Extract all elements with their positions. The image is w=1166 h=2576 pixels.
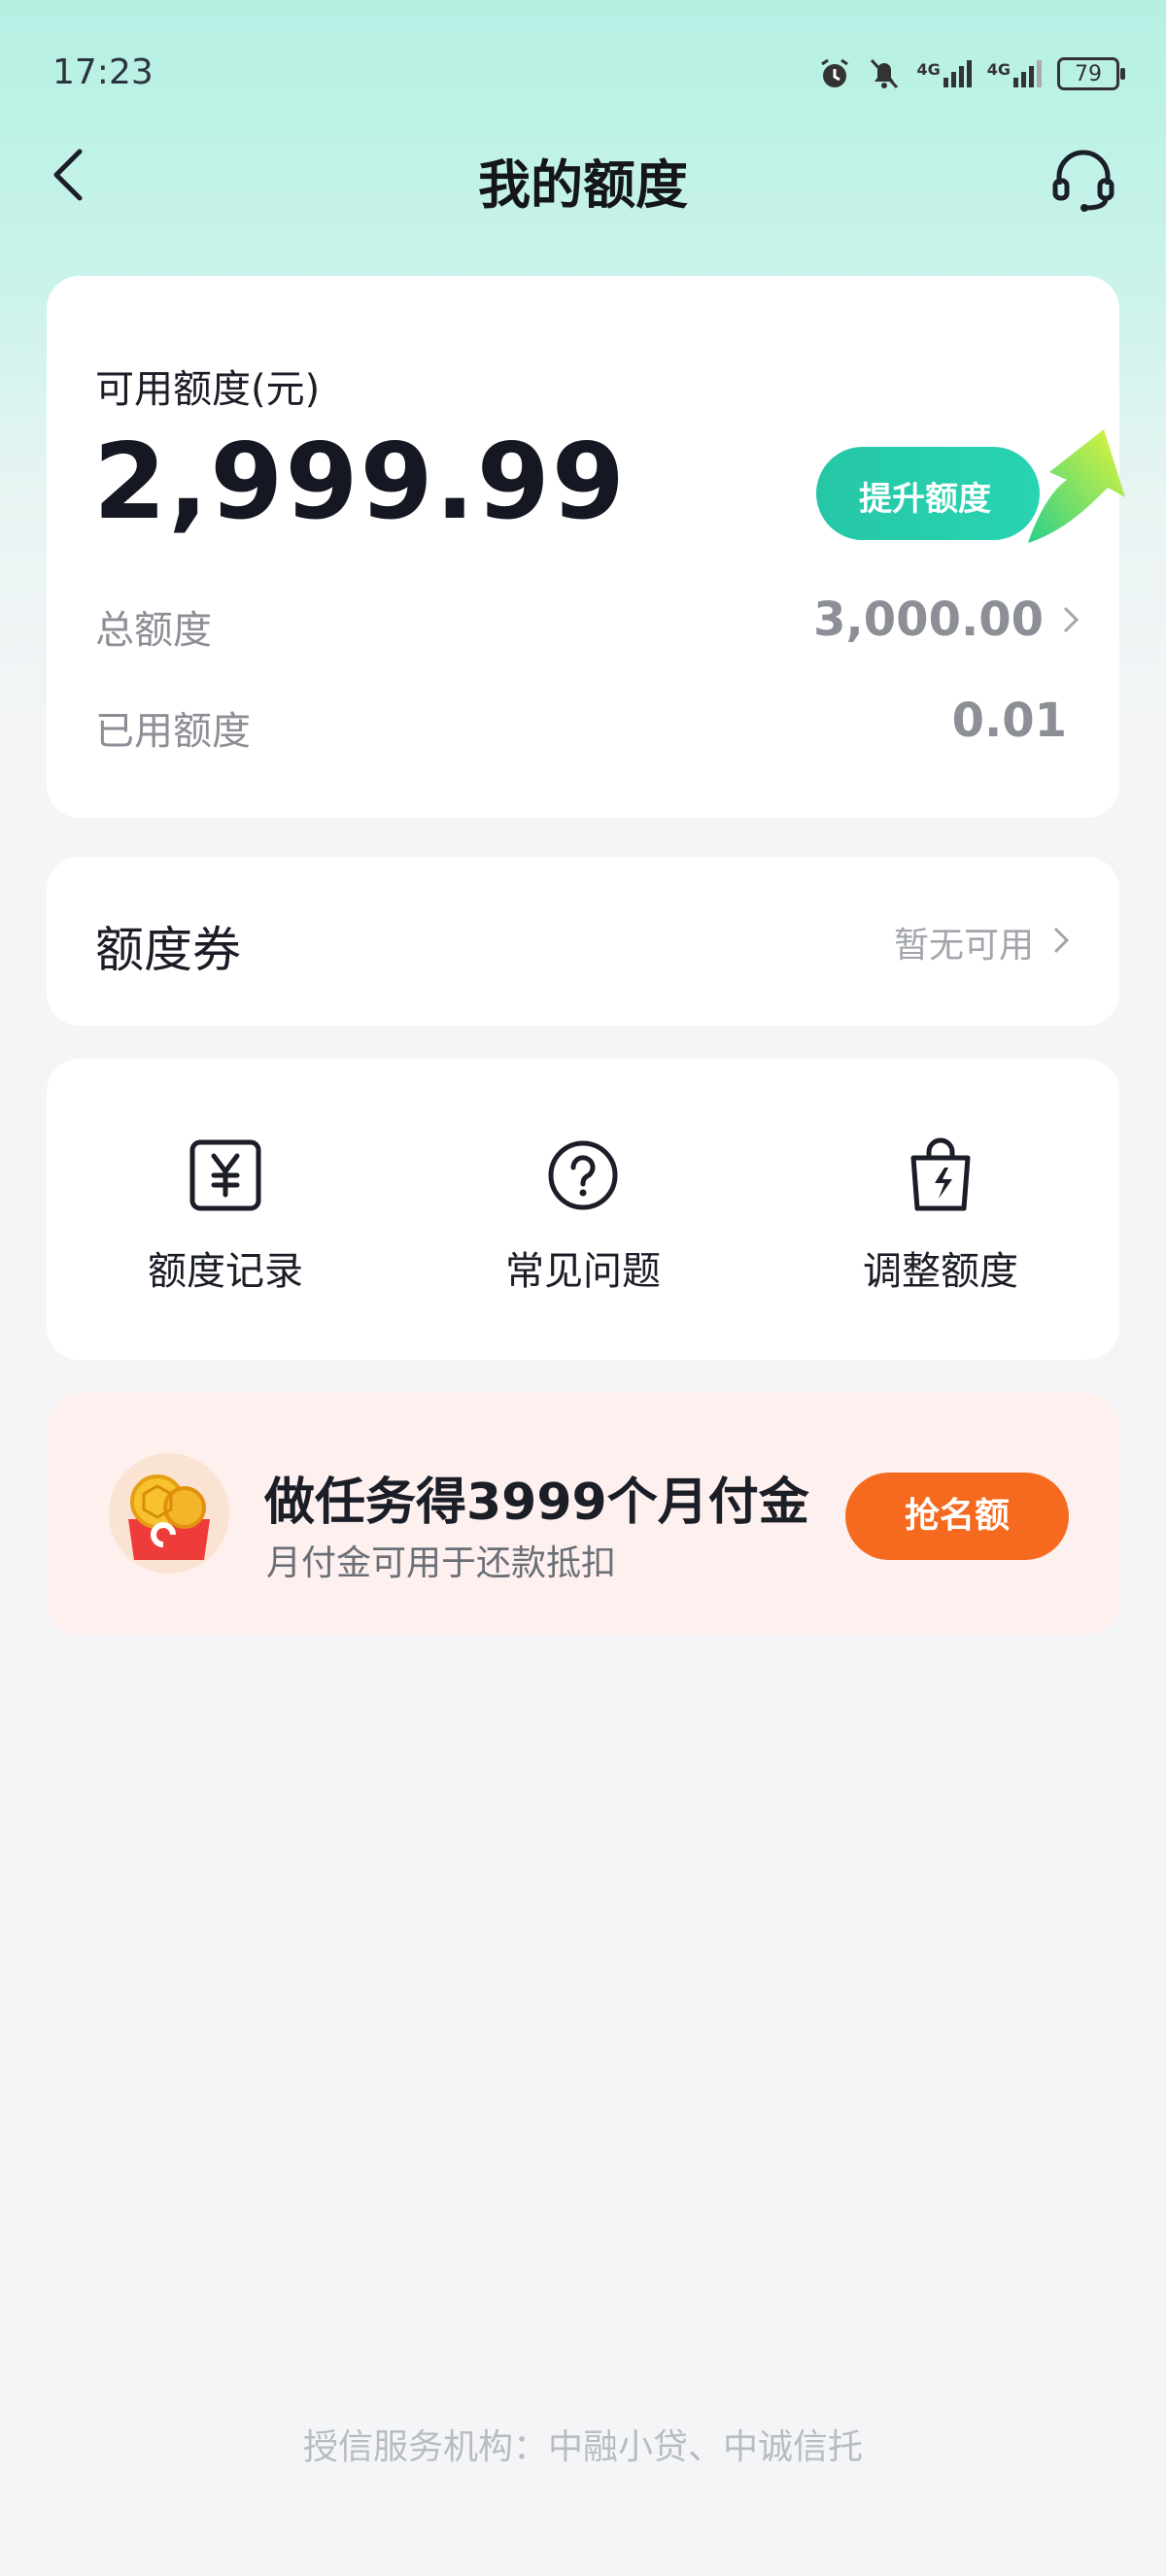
promo-title: 做任务得3999个月付金	[264, 1474, 809, 1532]
menu-label: 调整额度	[863, 1249, 1018, 1294]
footer-credit-institutions: 授信服务机构：中融小贷、中诚信托	[302, 2427, 863, 2467]
raise-quota-label: 提升额度	[859, 480, 991, 519]
signal-4g-1: 4G	[916, 60, 972, 87]
menu-item-faq[interactable]: 常见问题	[404, 1059, 762, 1360]
yuan-receipt-icon	[189, 1139, 261, 1211]
available-quota-amount: 2,999.99	[93, 422, 627, 543]
total-quota-label: 总额度	[95, 608, 212, 653]
voucher-status: 暂无可用	[893, 926, 1034, 966]
chevron-right-icon	[1063, 606, 1080, 633]
voucher-card[interactable]: 额度券 暂无可用	[47, 857, 1119, 1026]
voucher-title: 额度券	[95, 922, 241, 978]
used-quota-label: 已用额度	[95, 709, 251, 754]
page-title: 我的额度	[478, 154, 688, 216]
total-quota-row[interactable]: 3,000.00	[813, 593, 1084, 647]
question-circle-icon	[548, 1140, 618, 1210]
status-time: 17:23	[52, 52, 154, 92]
promo-subtitle: 月付金可用于还款抵扣	[266, 1543, 617, 1583]
used-quota-value: 0.01	[951, 694, 1067, 748]
menu-item-adjust-quota[interactable]: 调整额度	[762, 1059, 1119, 1360]
total-quota-value: 3,000.00	[813, 593, 1044, 647]
quick-menu-card: 额度记录 常见问题 调整额度	[47, 1059, 1119, 1360]
network-label-2: 4G	[986, 60, 1011, 79]
menu-item-quota-record[interactable]: 额度记录	[47, 1059, 404, 1360]
mute-bell-icon	[871, 58, 899, 89]
alarm-icon	[821, 58, 849, 87]
network-label-1: 4G	[916, 60, 941, 79]
promo-banner[interactable]: 做任务得3999个月付金 月付金可用于还款抵扣 抢名额	[47, 1393, 1119, 1636]
quota-card: 可用额度(元) 2,999.99 提升额度 总额度 3,000.00 已用额度 …	[47, 276, 1125, 818]
status-icons: 4G 4G 79	[817, 54, 1125, 93]
up-arrow-icon	[1028, 429, 1125, 543]
headset-icon[interactable]	[1049, 146, 1117, 214]
chevron-right-icon	[1053, 927, 1070, 954]
grab-slot-button[interactable]: 抢名额	[845, 1473, 1069, 1560]
available-quota-label: 可用额度(元)	[95, 367, 321, 412]
menu-label: 常见问题	[505, 1249, 661, 1294]
signal-4g-2: 4G	[987, 60, 1042, 87]
lightning-bag-icon	[910, 1137, 971, 1211]
menu-label: 额度记录	[148, 1249, 303, 1294]
raise-quota-button[interactable]: 提升额度	[816, 447, 1040, 540]
coin-wallet-icon	[109, 1453, 229, 1574]
battery-icon: 79	[1057, 57, 1125, 90]
